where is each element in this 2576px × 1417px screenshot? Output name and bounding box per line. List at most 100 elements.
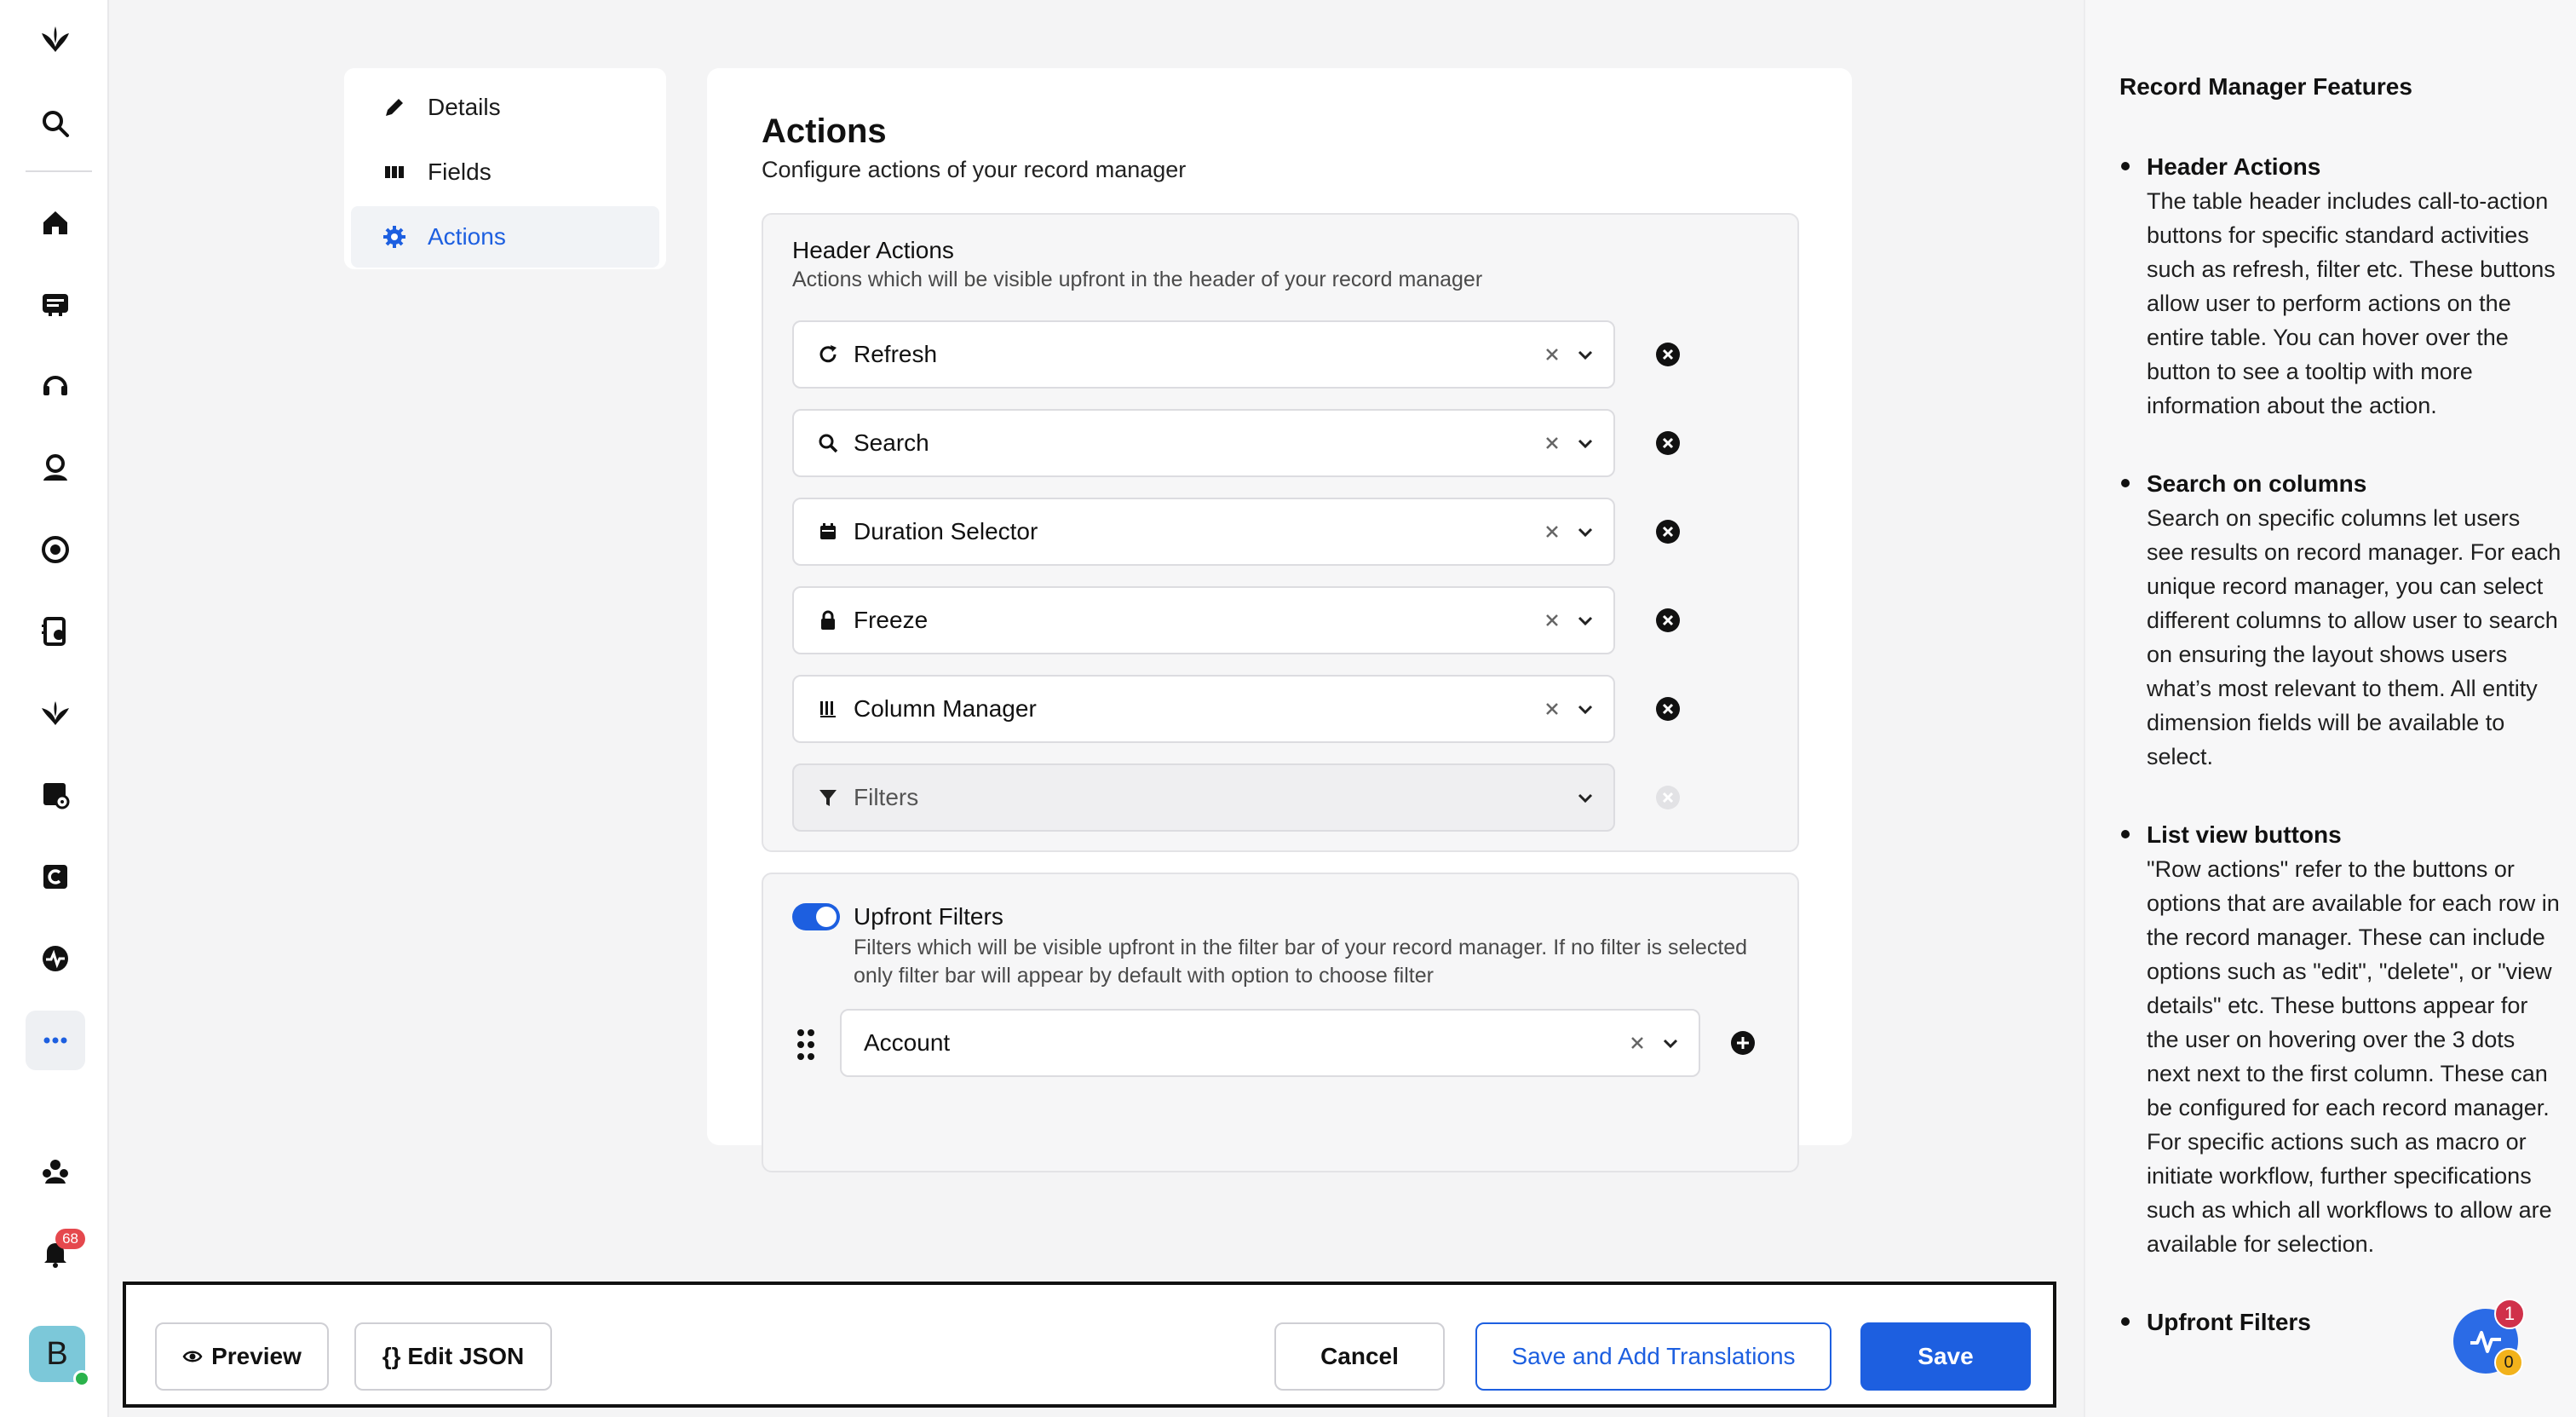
action-select-search[interactable]: Search bbox=[792, 409, 1615, 477]
clear-x-icon[interactable] bbox=[1540, 343, 1564, 366]
feature-body: The table header includes call-to-action… bbox=[2147, 188, 2556, 418]
header-actions-description: Actions which will be visible upfront in… bbox=[792, 268, 1483, 291]
feature-list: Header Actions The table header includes… bbox=[2119, 150, 2562, 1384]
action-row-duration-selector: Duration Selector bbox=[792, 498, 1683, 566]
upfront-filter-value: Account bbox=[864, 1029, 951, 1056]
feature-heading: List view buttons bbox=[2147, 821, 2342, 848]
chevron-down-icon[interactable] bbox=[1573, 343, 1598, 368]
action-row-search: Search bbox=[792, 409, 1683, 477]
remove-circle-icon[interactable] bbox=[1654, 695, 1682, 723]
pencil-icon bbox=[386, 99, 403, 116]
nav-item-fields[interactable]: Fields bbox=[351, 141, 659, 203]
contacts-book-icon[interactable] bbox=[26, 602, 85, 661]
cancel-label: Cancel bbox=[1320, 1343, 1399, 1369]
brand-logo-icon[interactable] bbox=[26, 10, 85, 70]
page-title: Actions bbox=[762, 112, 887, 150]
home-icon[interactable] bbox=[26, 193, 85, 252]
remove-circle-icon[interactable] bbox=[1654, 341, 1682, 368]
clear-x-icon[interactable] bbox=[1540, 520, 1564, 544]
cancel-button[interactable]: Cancel bbox=[1274, 1322, 1445, 1391]
action-label: Duration Selector bbox=[854, 518, 1038, 544]
action-select-freeze[interactable]: Freeze bbox=[792, 586, 1615, 654]
feature-heading: Header Actions bbox=[2147, 153, 2321, 180]
features-panel: Record Manager Features Header Actions T… bbox=[2084, 0, 2576, 1417]
inbox-icon[interactable] bbox=[26, 274, 85, 334]
refresh-icon bbox=[819, 345, 837, 363]
action-label: Filters bbox=[854, 784, 919, 810]
remove-circle-icon[interactable] bbox=[1654, 429, 1682, 457]
action-row-filters: Filters bbox=[792, 763, 1683, 832]
save-button[interactable]: Save bbox=[1860, 1322, 2031, 1391]
edit-json-button[interactable]: {} Edit JSON bbox=[354, 1322, 552, 1391]
feature-body: "Row actions" refer to the buttons or op… bbox=[2147, 856, 2560, 1257]
action-select-column-manager[interactable]: Column Manager bbox=[792, 675, 1615, 743]
column-manager-icon bbox=[820, 701, 836, 717]
preview-label: Preview bbox=[211, 1343, 302, 1369]
action-select-duration-selector[interactable]: Duration Selector bbox=[792, 498, 1615, 566]
action-select-filters[interactable]: Filters bbox=[792, 763, 1615, 832]
chevron-down-icon[interactable] bbox=[1573, 786, 1598, 811]
sprinklr-leaf-icon[interactable] bbox=[26, 683, 85, 743]
nav-item-details[interactable]: Details bbox=[351, 77, 659, 138]
left-rail: 68 B bbox=[0, 0, 109, 1417]
chevron-down-icon[interactable] bbox=[1573, 608, 1598, 634]
remove-circle-disabled-icon bbox=[1656, 786, 1680, 809]
add-circle-icon[interactable] bbox=[1729, 1029, 1757, 1057]
remove-circle-icon[interactable] bbox=[1654, 607, 1682, 634]
chevron-down-icon[interactable] bbox=[1573, 520, 1598, 545]
list-item: Header Actions The table header includes… bbox=[2119, 150, 2562, 423]
upfront-filter-select[interactable]: Account bbox=[840, 1009, 1700, 1077]
headset-icon[interactable] bbox=[26, 356, 85, 416]
feature-body: Search on specific columns let users see… bbox=[2147, 505, 2562, 769]
list-item: List view buttons "Row actions" refer to… bbox=[2119, 818, 2562, 1261]
view-monitor-icon[interactable] bbox=[26, 765, 85, 825]
drag-handle-icon[interactable] bbox=[792, 1026, 819, 1063]
chevron-down-icon[interactable] bbox=[1658, 1031, 1683, 1057]
header-actions-title: Header Actions bbox=[792, 237, 954, 263]
actions-card: Actions Configure actions of your record… bbox=[707, 68, 1852, 1172]
clear-x-icon[interactable] bbox=[1625, 1031, 1649, 1055]
content-c-icon[interactable] bbox=[26, 847, 85, 907]
avatar-letter: B bbox=[46, 1335, 68, 1372]
features-title: Record Manager Features bbox=[2119, 73, 2412, 100]
calendar-icon bbox=[820, 523, 836, 539]
action-select-refresh[interactable]: Refresh bbox=[792, 320, 1615, 389]
bottom-action-bar: Preview {} Edit JSON Cancel Save and Add… bbox=[123, 1282, 2056, 1408]
widget-warning-badge: 0 bbox=[2494, 1348, 2523, 1377]
action-row-column-manager: Column Manager bbox=[792, 675, 1683, 743]
more-options-icon[interactable] bbox=[26, 1011, 85, 1070]
user-avatar[interactable]: B bbox=[29, 1326, 90, 1387]
notification-count-badge: 68 bbox=[55, 1229, 85, 1249]
save-and-add-translations-button[interactable]: Save and Add Translations bbox=[1475, 1322, 1831, 1391]
edit-json-label: {} Edit JSON bbox=[382, 1343, 525, 1369]
search-icon bbox=[819, 434, 838, 453]
pulse-icon[interactable] bbox=[26, 929, 85, 988]
nav-item-actions[interactable]: Actions bbox=[351, 206, 659, 268]
widget-alert-badge: 1 bbox=[2494, 1299, 2525, 1329]
list-item: Search on columns Search on specific col… bbox=[2119, 467, 2562, 774]
preview-button[interactable]: Preview bbox=[155, 1322, 329, 1391]
feature-heading: Search on columns bbox=[2147, 470, 2367, 497]
clear-x-icon[interactable] bbox=[1540, 431, 1564, 455]
eye-icon bbox=[182, 1351, 203, 1362]
nav-item-label: Details bbox=[428, 94, 501, 120]
page-subtitle: Configure actions of your record manager bbox=[762, 157, 1187, 182]
settings-section-nav: Details Fields Actions bbox=[344, 68, 666, 269]
agent-icon[interactable] bbox=[26, 438, 85, 498]
notifications-bell-icon[interactable]: 68 bbox=[26, 1224, 85, 1283]
filter-icon bbox=[819, 790, 837, 806]
chevron-down-icon[interactable] bbox=[1573, 431, 1598, 457]
clear-x-icon[interactable] bbox=[1540, 697, 1564, 721]
clear-x-icon[interactable] bbox=[1540, 608, 1564, 632]
action-row-freeze: Freeze bbox=[792, 586, 1683, 654]
search-icon[interactable] bbox=[26, 94, 85, 153]
action-label: Search bbox=[854, 429, 929, 456]
radio-target-icon[interactable] bbox=[26, 520, 85, 579]
chevron-down-icon[interactable] bbox=[1573, 697, 1598, 723]
nav-item-label: Fields bbox=[428, 158, 492, 185]
upfront-filters-toggle[interactable] bbox=[792, 903, 840, 930]
remove-circle-icon[interactable] bbox=[1654, 518, 1682, 545]
action-label: Column Manager bbox=[854, 695, 1037, 722]
save-label: Save bbox=[1918, 1343, 1974, 1369]
community-icon[interactable] bbox=[26, 1142, 85, 1201]
